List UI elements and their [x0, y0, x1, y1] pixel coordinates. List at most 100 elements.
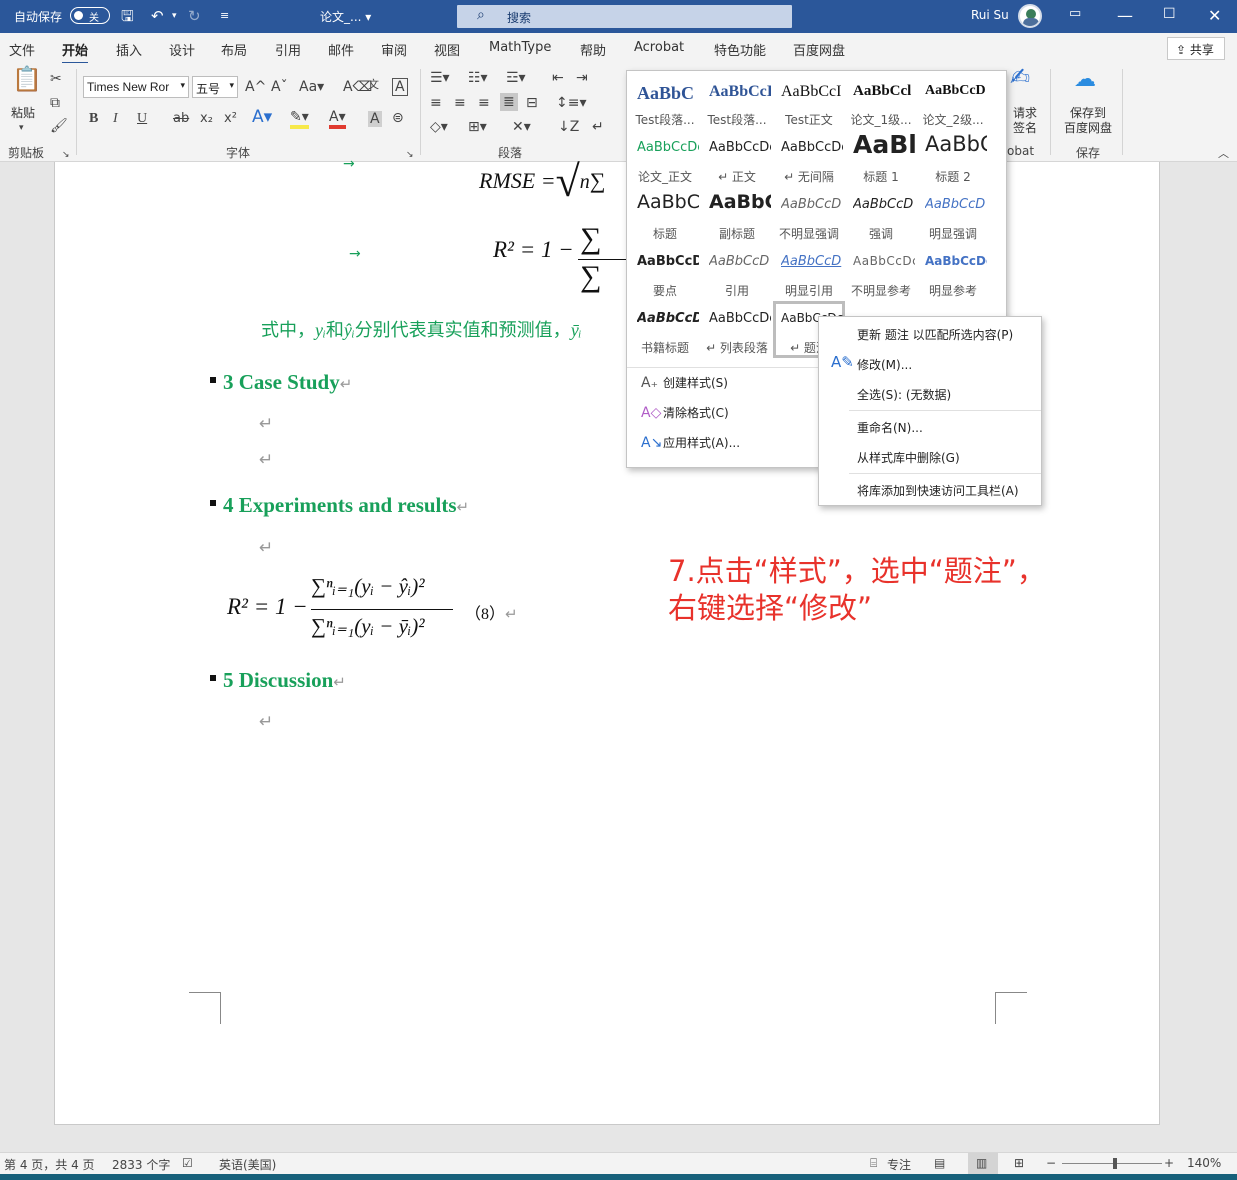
tab-view[interactable]: 视图 — [434, 40, 460, 59]
style-item[interactable]: AaBbCcD 书籍标题 — [629, 301, 701, 358]
word-count[interactable]: 2833 个字 — [112, 1156, 170, 1173]
tab-design[interactable]: 设计 — [169, 40, 195, 59]
explanation-sentence[interactable]: 式中，yᵢ和ŷᵢ分别代表真实值和预测值，ȳᵢ — [261, 316, 582, 342]
heading-case-study[interactable]: 3 Case Study↵ — [223, 370, 352, 395]
redo-icon[interactable]: ↻ — [188, 7, 201, 25]
change-case-icon[interactable]: Aa▾ — [299, 79, 324, 95]
baidu-cloud-icon[interactable]: ☁ — [1074, 69, 1096, 91]
distributed-icon[interactable]: ⊟ — [526, 95, 538, 111]
clear-formatting-button[interactable]: A◇ 清除格式(C) — [641, 404, 729, 421]
ribbon-display-icon[interactable]: ▭ — [1069, 6, 1081, 21]
web-layout-icon[interactable]: ⊞ — [1014, 1156, 1024, 1170]
style-item[interactable]: AaBbCcD 明显强调 — [917, 187, 989, 244]
style-item[interactable]: AaBbC副标题 — [701, 187, 773, 244]
heading-experiments[interactable]: 4 Experiments and results↵ — [223, 493, 469, 518]
zoom-in-icon[interactable]: + — [1164, 1156, 1174, 1170]
style-item[interactable]: AaBbCcI Test段落... — [701, 73, 773, 130]
style-item[interactable]: AaBbCcl 论文_1级... — [845, 73, 917, 130]
line-spacing-icon[interactable]: ↕≡▾ — [556, 95, 587, 111]
heading-discussion[interactable]: 5 Discussion↵ — [223, 668, 346, 693]
menu-item-modify[interactable]: 修改(M)... — [857, 356, 912, 373]
zoom-slider[interactable] — [1062, 1163, 1162, 1164]
zoom-level[interactable]: 140% — [1187, 1156, 1221, 1170]
grow-font-icon[interactable]: A^ — [245, 79, 266, 95]
style-item[interactable]: AaBbCcDc ↵ 无间隔 — [773, 130, 845, 187]
language[interactable]: 英语(美国) — [219, 1156, 276, 1173]
subscript-button[interactable]: x₂ — [200, 111, 213, 127]
tab-acrobat[interactable]: Acrobat — [634, 40, 684, 55]
align-right-icon[interactable]: ≡ — [478, 95, 490, 111]
tab-mailings[interactable]: 邮件 — [328, 40, 354, 59]
increase-indent-icon[interactable]: ⇥ — [576, 70, 588, 86]
menu-item-rename[interactable]: 重命名(N)... — [857, 419, 923, 436]
style-item[interactable]: AaBbCcD 论文_2级... — [917, 73, 989, 130]
menu-item-add-to-quick-access[interactable]: 将库添加到快速访问工具栏(A) — [857, 482, 1019, 499]
highlight-icon[interactable]: ✎▾ — [290, 109, 309, 129]
style-item[interactable]: AaBbC 标题 — [629, 187, 701, 244]
style-item[interactable]: AaBl 标题 1 — [845, 130, 917, 187]
menu-item-select-all[interactable]: 全选(S): (无数据) — [857, 386, 951, 403]
shrink-font-icon[interactable]: Aˇ — [271, 79, 288, 95]
autosave-toggle[interactable]: 关 — [70, 7, 110, 24]
save-to-baidu-label-2[interactable]: 百度网盘 — [1064, 119, 1112, 136]
save-icon[interactable]: 🖫 — [121, 7, 134, 25]
style-item[interactable]: AaBbCcDc 论文_正文 — [629, 130, 701, 187]
tab-references[interactable]: 引用 — [275, 40, 301, 59]
search-box[interactable]: ⌕ 搜索 — [457, 5, 792, 28]
tab-insert[interactable]: 插入 — [116, 40, 142, 59]
equation-rmse[interactable]: RMSE =√n∑ — [479, 148, 605, 206]
share-button[interactable]: ⇪ 共享 — [1167, 37, 1225, 60]
equation-r2-top[interactable]: R² = 1 − — [493, 237, 574, 263]
tab-baidu-netdisk[interactable]: 百度网盘 — [793, 40, 845, 59]
italic-button[interactable]: I — [113, 111, 118, 127]
focus-mode[interactable]: 专注 — [887, 1156, 911, 1173]
paste-dropdown-icon[interactable]: ▾ — [19, 120, 24, 136]
decrease-indent-icon[interactable]: ⇤ — [552, 70, 564, 86]
apply-styles-button[interactable]: A↘应用样式(A)... — [641, 434, 740, 451]
borders-icon[interactable]: ⊞▾ — [468, 119, 487, 135]
page-count[interactable]: 第 4 页，共 4 页 — [4, 1156, 95, 1173]
style-item[interactable]: AaBbCcDc ↵ 列表段落 — [701, 301, 773, 358]
character-shading-icon[interactable]: A — [368, 111, 382, 127]
zoom-out-icon[interactable]: − — [1046, 1156, 1056, 1170]
request-signature-icon[interactable]: ✍ — [1010, 65, 1030, 89]
collapse-ribbon-icon[interactable]: ︿ — [1218, 146, 1229, 162]
avatar[interactable] — [1018, 4, 1042, 28]
font-name-select[interactable]: Times New Ror ▾ — [83, 76, 189, 98]
print-layout-icon[interactable]: ▥ — [976, 1156, 987, 1170]
create-style-button[interactable]: A₊ 创建样式(S) — [641, 374, 728, 391]
strikethrough-button[interactable]: ab — [173, 111, 189, 127]
font-size-select[interactable]: 五号 ▾ — [192, 76, 238, 98]
shading-icon[interactable]: ◇▾ — [430, 119, 448, 135]
style-item[interactable]: AaBbCcD 明显引用 — [773, 244, 845, 301]
justify-icon[interactable]: ≣ — [500, 93, 518, 111]
character-border-icon[interactable]: A — [392, 78, 408, 96]
document-title[interactable]: 论文_... ▾ — [320, 8, 371, 25]
style-item[interactable]: AaBbCcD 引用 — [701, 244, 773, 301]
tab-mathtype[interactable]: MathType — [489, 40, 551, 55]
style-item[interactable]: AaBbCcI Test正文 — [773, 73, 845, 130]
style-item[interactable]: AaBbCcDc ↵ 正文 — [701, 130, 773, 187]
style-item[interactable]: AaBbCcD 要点 — [629, 244, 701, 301]
style-item[interactable]: AaBbC Test段落... — [629, 73, 701, 130]
align-center-icon[interactable]: ≡ — [454, 95, 466, 111]
menu-item-remove-from-gallery[interactable]: 从样式库中删除(G) — [857, 449, 960, 466]
undo-dropdown-icon[interactable]: ▾ — [172, 7, 177, 25]
style-item[interactable]: AaBbCcDc 不明显参考 — [845, 244, 917, 301]
bold-button[interactable]: B — [89, 111, 98, 127]
maximize-icon[interactable]: ☐ — [1163, 6, 1176, 22]
bullets-icon[interactable]: ☰▾ — [430, 70, 450, 86]
phonetic-guide-icon[interactable]: 文 — [368, 77, 379, 93]
paste-label[interactable]: 粘贴 — [11, 104, 35, 121]
chinese-layout-icon[interactable]: ✕▾ — [512, 119, 531, 135]
clipboard-launcher-icon[interactable]: ↘ — [62, 147, 70, 163]
align-left-icon[interactable]: ≡ — [430, 95, 442, 111]
tab-layout[interactable]: 布局 — [221, 40, 247, 59]
enclose-characters-icon[interactable]: ⊜ — [392, 110, 404, 126]
proofing-icon[interactable]: ☑ — [182, 1156, 193, 1170]
copy-icon[interactable]: ⧉ — [50, 95, 60, 111]
tab-file[interactable]: 文件 — [9, 40, 35, 59]
format-painter-icon[interactable]: 🖌 — [50, 118, 68, 134]
style-item[interactable]: AaBbCcD 强调 — [845, 187, 917, 244]
cut-icon[interactable]: ✂ — [50, 71, 62, 87]
